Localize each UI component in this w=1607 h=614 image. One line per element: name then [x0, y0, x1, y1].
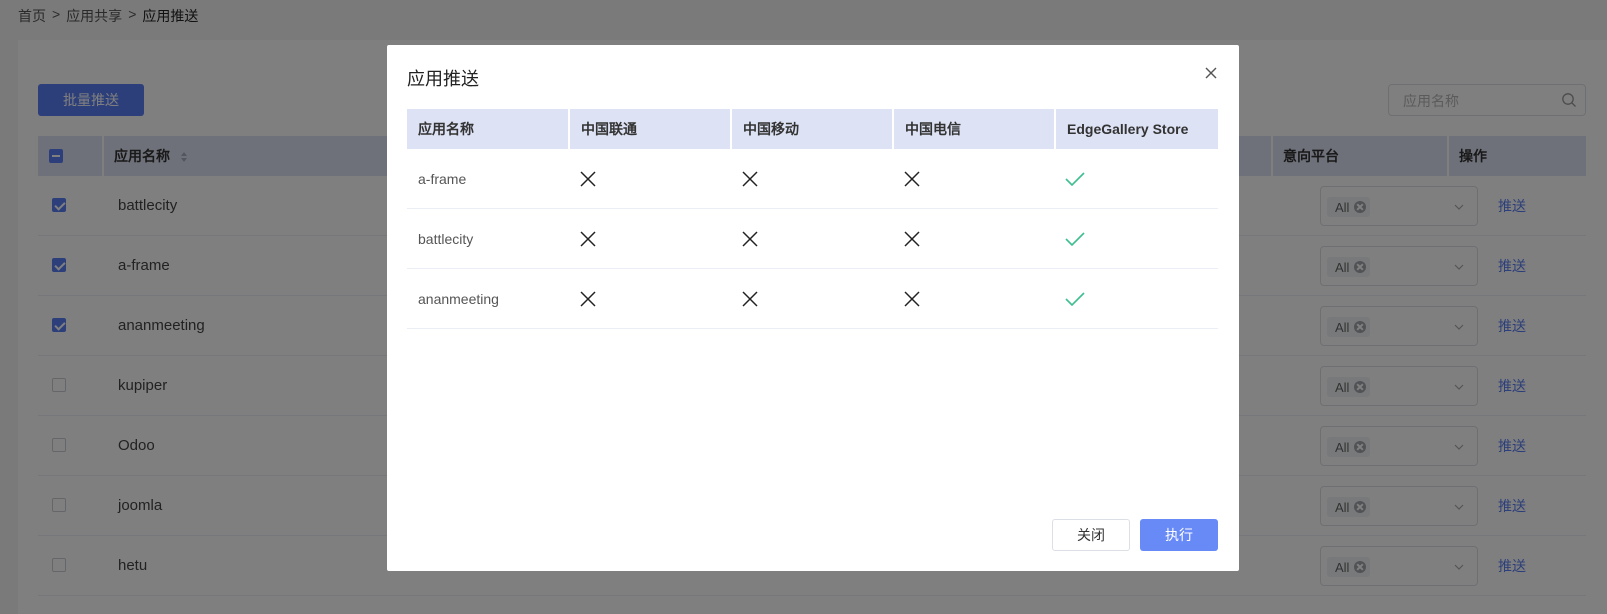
push-status-table: 应用名称 中国联通 中国移动 中国电信 EdgeGallery Store a-…	[407, 109, 1218, 329]
dialog-title: 应用推送	[407, 69, 479, 89]
check-icon	[1065, 170, 1085, 188]
x-icon	[903, 170, 921, 188]
push-app-name: a-frame	[418, 171, 467, 187]
x-icon	[741, 230, 759, 248]
x-icon	[579, 290, 597, 308]
check-icon	[1065, 290, 1085, 308]
close-button[interactable]: 关闭	[1052, 519, 1130, 551]
column-china-mobile: 中国移动	[743, 121, 799, 137]
push-app-name: battlecity	[418, 231, 474, 247]
x-icon	[903, 230, 921, 248]
push-status-row: ananmeeting	[407, 269, 1218, 329]
x-icon	[741, 170, 759, 188]
push-app-name: ananmeeting	[418, 291, 499, 307]
column-app-name: 应用名称	[418, 121, 474, 137]
push-dialog: 应用推送 应用名称 中国联通 中国移动 中国电信 EdgeGallery Sto…	[387, 45, 1239, 571]
execute-button[interactable]: 执行	[1140, 519, 1218, 551]
check-icon	[1065, 230, 1085, 248]
column-china-telecom: 中国电信	[905, 121, 961, 137]
push-status-header: 应用名称 中国联通 中国移动 中国电信 EdgeGallery Store	[407, 109, 1218, 149]
x-icon	[903, 290, 921, 308]
push-status-row: battlecity	[407, 209, 1218, 269]
x-icon	[579, 230, 597, 248]
column-edgegallery-store: EdgeGallery Store	[1067, 121, 1189, 137]
x-icon	[741, 290, 759, 308]
x-icon	[579, 170, 597, 188]
column-china-unicom: 中国联通	[581, 121, 637, 137]
close-icon[interactable]	[1203, 65, 1219, 81]
push-status-row: a-frame	[407, 149, 1218, 209]
